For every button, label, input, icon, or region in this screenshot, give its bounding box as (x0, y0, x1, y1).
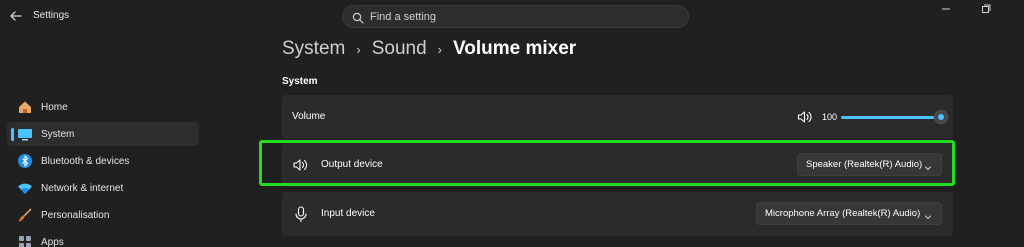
sidebar-item-label: Network & internet (41, 182, 124, 194)
microphone-icon (292, 205, 310, 223)
title-bar: Settings (0, 0, 1024, 34)
search-input[interactable] (370, 8, 670, 25)
sidebar-item-apps[interactable]: Apps (7, 230, 199, 247)
sidebar-nav: Home System Bluetooth & devices Network … (0, 95, 205, 247)
breadcrumb-separator: › (437, 41, 442, 57)
home-icon (17, 99, 33, 115)
speaker-icon[interactable] (797, 110, 813, 124)
section-title: System (282, 76, 318, 87)
apps-icon (17, 234, 33, 247)
highlight-box (259, 140, 955, 186)
input-device-label: Input device (321, 208, 375, 219)
sidebar-item-label: System (41, 128, 75, 140)
minimize-icon[interactable] (938, 4, 954, 18)
sidebar-item-personalisation[interactable]: Personalisation (7, 203, 199, 227)
chevron-down-icon (923, 209, 933, 220)
monitor-icon (17, 126, 33, 142)
brush-icon (17, 207, 33, 223)
search-box[interactable] (342, 5, 689, 28)
active-indicator (11, 128, 14, 141)
search-icon (352, 11, 364, 24)
app-title: Settings (33, 10, 70, 21)
sidebar-item-bluetooth[interactable]: Bluetooth & devices (7, 149, 199, 173)
sidebar-item-label: Bluetooth & devices (41, 155, 130, 167)
volume-value: 100 (822, 112, 838, 122)
breadcrumb: System › Sound › Volume mixer (282, 38, 576, 60)
input-device-value: Microphone Array (Realtek(R) Audio) (765, 208, 921, 219)
breadcrumb-system[interactable]: System (282, 38, 345, 60)
sidebar-item-home[interactable]: Home (7, 95, 199, 119)
sidebar-item-label: Home (41, 101, 68, 113)
input-device-card: Input device Microphone Array (Realtek(R… (282, 192, 953, 236)
volume-card: Volume 100 (282, 95, 953, 139)
sidebar-item-network[interactable]: Network & internet (7, 176, 199, 200)
sidebar-item-system[interactable]: System (7, 122, 199, 146)
wifi-icon (17, 180, 33, 196)
slider-track (841, 116, 934, 119)
sidebar-item-label: Apps (41, 236, 64, 247)
input-device-dropdown[interactable]: Microphone Array (Realtek(R) Audio) (756, 202, 942, 225)
breadcrumb-separator: › (356, 41, 361, 57)
back-arrow-icon[interactable] (8, 9, 24, 25)
breadcrumb-sound[interactable]: Sound (372, 38, 427, 60)
slider-thumb[interactable] (934, 110, 948, 124)
bluetooth-icon (17, 153, 33, 169)
page-title: Volume mixer (453, 38, 577, 59)
volume-slider[interactable] (841, 110, 948, 124)
restore-icon[interactable] (978, 4, 994, 18)
volume-label: Volume (292, 111, 326, 122)
sidebar-item-label: Personalisation (41, 209, 110, 221)
